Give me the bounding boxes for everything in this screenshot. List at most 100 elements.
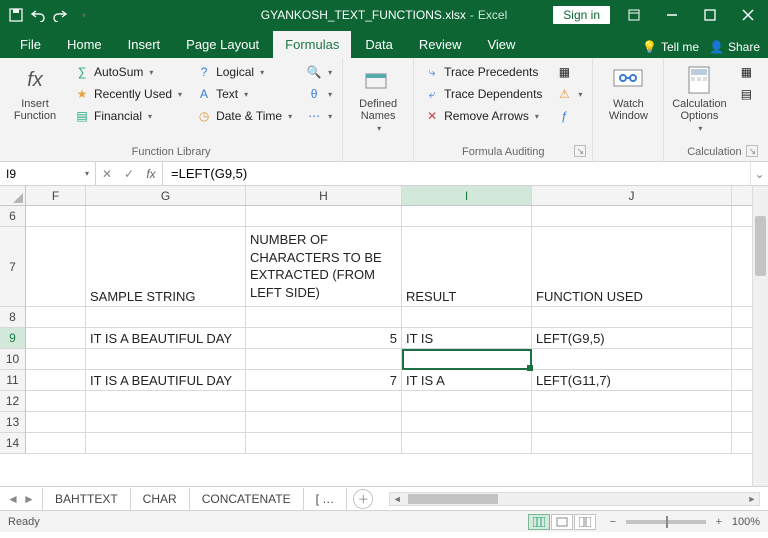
sheet-tab[interactable]: CHAR — [131, 488, 190, 510]
evaluate-formula-button[interactable]: ƒ — [552, 106, 586, 126]
logical-button[interactable]: ?Logical▾ — [192, 62, 296, 82]
calc-sheet-button[interactable]: ▤ — [734, 84, 758, 104]
cells-area[interactable]: SAMPLE STRING NUMBER OF CHARACTERS TO BE… — [26, 206, 752, 486]
row-header[interactable]: 6 — [0, 206, 25, 227]
cell[interactable]: LEFT(G11,7) — [532, 370, 732, 390]
redo-icon[interactable] — [52, 7, 68, 23]
col-header[interactable]: J — [532, 186, 732, 205]
recently-used-button[interactable]: ★Recently Used▾ — [70, 84, 186, 104]
sheet-tab[interactable]: BAHTTEXT — [42, 488, 131, 510]
name-box-dropdown-icon[interactable]: ▾ — [85, 169, 89, 178]
cell[interactable]: LEFT(G9,5) — [532, 328, 732, 348]
tab-home[interactable]: Home — [55, 31, 114, 58]
watch-window-button[interactable]: Watch Window — [599, 62, 657, 124]
sheet-tab[interactable]: CONCATENATE — [190, 488, 304, 510]
calculation-options-button[interactable]: Calculation Options▾ — [670, 62, 728, 135]
maximize-button[interactable] — [696, 5, 724, 25]
horizontal-scrollbar[interactable]: ◄ ► — [389, 492, 760, 506]
tell-me[interactable]: 💡Tell me — [642, 40, 699, 54]
insert-function-button[interactable]: fx Insert Function — [6, 62, 64, 124]
name-box[interactable]: ▾ — [0, 162, 96, 185]
name-box-input[interactable] — [6, 167, 85, 181]
row-header[interactable]: 13 — [0, 412, 25, 433]
close-button[interactable] — [734, 5, 762, 25]
cell[interactable] — [246, 206, 402, 226]
cell[interactable]: SAMPLE STRING — [86, 227, 246, 306]
new-sheet-button[interactable]: ＋ — [353, 489, 373, 509]
save-icon[interactable] — [8, 7, 24, 23]
vertical-scrollbar[interactable] — [752, 186, 768, 486]
cancel-formula-icon[interactable]: ✕ — [96, 167, 118, 181]
autosum-button[interactable]: ∑AutoSum▾ — [70, 62, 186, 82]
scroll-thumb[interactable] — [755, 216, 766, 276]
cell[interactable]: IT IS A — [402, 370, 532, 390]
error-checking-button[interactable]: ⚠▾ — [552, 84, 586, 104]
zoom-level[interactable]: 100% — [732, 516, 760, 528]
formula-input[interactable] — [171, 166, 742, 181]
expand-formula-bar-icon[interactable]: ⌄ — [750, 162, 768, 185]
col-header[interactable]: F — [26, 186, 86, 205]
sheet-nav[interactable]: ◄► — [0, 492, 42, 506]
show-formulas-button[interactable]: ▦ — [552, 62, 586, 82]
row-header[interactable]: 10 — [0, 349, 25, 370]
row-header[interactable]: 12 — [0, 391, 25, 412]
tab-data[interactable]: Data — [353, 31, 404, 58]
ribbon-options-icon[interactable] — [620, 5, 648, 25]
qat-dropdown-icon[interactable]: ▾ — [76, 7, 92, 23]
zoom-slider[interactable] — [626, 520, 706, 524]
cell[interactable]: IT IS A BEAUTIFUL DAY — [86, 328, 246, 348]
fx-icon[interactable]: fx — [140, 167, 162, 181]
page-layout-view-button[interactable] — [551, 514, 573, 530]
trace-precedents-button[interactable]: ⤷Trace Precedents — [420, 62, 546, 82]
page-break-view-button[interactable] — [574, 514, 596, 530]
row-header[interactable]: 7 — [0, 227, 25, 307]
trace-dependents-button[interactable]: ⤶Trace Dependents — [420, 84, 546, 104]
zoom-in-button[interactable]: + — [712, 516, 726, 528]
cell-selected[interactable]: IT IS — [402, 328, 532, 348]
select-all-button[interactable] — [0, 186, 26, 206]
cell[interactable]: 5 — [246, 328, 402, 348]
cell[interactable]: FUNCTION USED — [532, 227, 732, 306]
undo-icon[interactable] — [30, 7, 46, 23]
cell[interactable]: NUMBER OF CHARACTERS TO BE EXTRACTED (FR… — [246, 227, 402, 306]
sheet-tab[interactable]: [ … — [304, 488, 348, 510]
tab-file[interactable]: File — [8, 31, 53, 58]
lookup-button[interactable]: 🔍▾ — [302, 62, 336, 82]
cell[interactable]: IT IS A BEAUTIFUL DAY — [86, 370, 246, 390]
zoom-thumb[interactable] — [666, 516, 668, 528]
row-header[interactable]: 9 — [0, 328, 25, 349]
col-header[interactable]: G — [86, 186, 246, 205]
dialog-launcher-icon[interactable]: ↘ — [746, 145, 758, 157]
next-sheet-icon[interactable]: ► — [22, 492, 36, 506]
scroll-right-icon[interactable]: ► — [745, 493, 759, 505]
minimize-button[interactable] — [658, 5, 686, 25]
row-headers[interactable]: 6 7 8 9 10 11 12 13 14 — [0, 206, 26, 454]
calc-now-button[interactable]: ▦ — [734, 62, 758, 82]
prev-sheet-icon[interactable]: ◄ — [6, 492, 20, 506]
row-header[interactable]: 14 — [0, 433, 25, 454]
formula-bar[interactable] — [163, 162, 750, 185]
scroll-thumb[interactable] — [408, 494, 498, 504]
row-header[interactable]: 11 — [0, 370, 25, 391]
tab-view[interactable]: View — [475, 31, 527, 58]
cell[interactable]: RESULT — [402, 227, 532, 306]
math-button[interactable]: θ▾ — [302, 84, 336, 104]
tab-insert[interactable]: Insert — [116, 31, 173, 58]
more-functions-button[interactable]: ⋯▾ — [302, 106, 336, 126]
col-header[interactable]: I — [402, 186, 532, 205]
column-headers[interactable]: F G H I J — [26, 186, 752, 206]
col-header[interactable]: H — [246, 186, 402, 205]
remove-arrows-button[interactable]: ✕Remove Arrows▾ — [420, 106, 546, 126]
cell[interactable]: 7 — [246, 370, 402, 390]
zoom-out-button[interactable]: − — [606, 516, 620, 528]
spreadsheet-grid[interactable]: F G H I J 6 7 8 9 10 11 12 13 14 SAMPLE … — [0, 186, 768, 486]
sign-in-button[interactable]: Sign in — [553, 6, 610, 24]
text-button[interactable]: AText▾ — [192, 84, 296, 104]
tab-formulas[interactable]: Formulas — [273, 31, 351, 58]
date-time-button[interactable]: ◷Date & Time▾ — [192, 106, 296, 126]
financial-button[interactable]: ▤Financial▾ — [70, 106, 186, 126]
tab-review[interactable]: Review — [407, 31, 474, 58]
tab-page-layout[interactable]: Page Layout — [174, 31, 271, 58]
defined-names-button[interactable]: Defined Names▾ — [349, 62, 407, 135]
enter-formula-icon[interactable]: ✓ — [118, 167, 140, 181]
